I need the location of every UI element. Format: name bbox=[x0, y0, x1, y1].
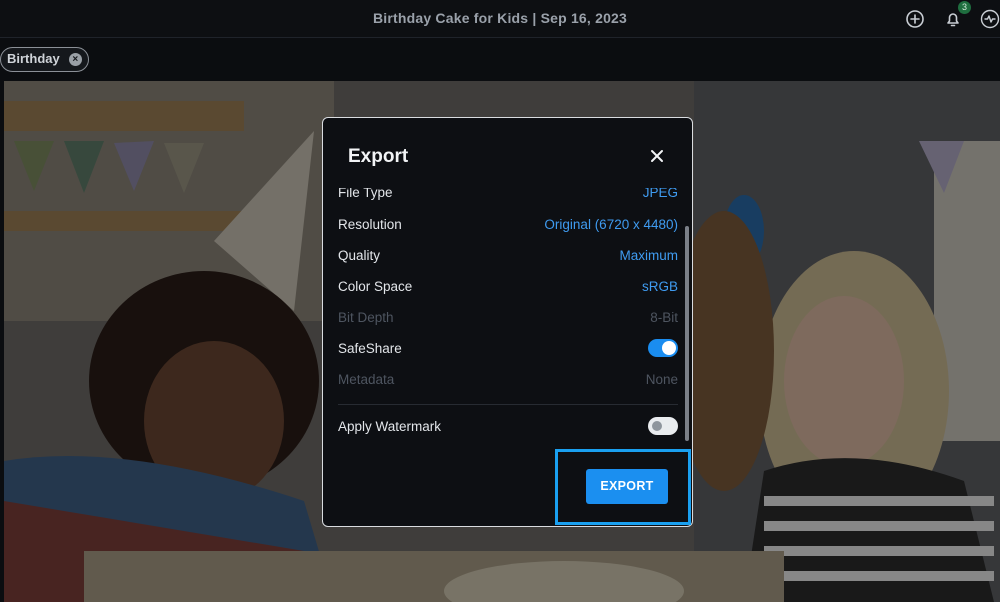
tag-row: Birthday × bbox=[0, 39, 1000, 81]
top-bar: Birthday Cake for Kids | Sep 16, 2023 3 bbox=[0, 0, 1000, 38]
tag-chip[interactable]: Birthday × bbox=[0, 47, 89, 72]
setting-file-type[interactable]: File Type JPEG bbox=[338, 188, 678, 205]
setting-value[interactable]: Maximum bbox=[619, 248, 678, 263]
page-title: Birthday Cake for Kids | Sep 16, 2023 bbox=[372, 10, 628, 26]
setting-label: File Type bbox=[338, 188, 393, 200]
setting-resolution[interactable]: Resolution Original (6720 x 4480) bbox=[338, 215, 678, 237]
activity-icon[interactable] bbox=[979, 8, 1000, 30]
setting-label: Resolution bbox=[338, 217, 402, 232]
export-settings-list: File Type JPEG Resolution Original (6720… bbox=[323, 188, 683, 448]
dialog-title: Export bbox=[348, 146, 409, 167]
setting-label: Color Space bbox=[338, 279, 413, 294]
setting-label: SafeShare bbox=[338, 341, 402, 356]
setting-value: 8-Bit bbox=[650, 310, 678, 325]
add-icon[interactable] bbox=[904, 8, 926, 30]
setting-metadata: Metadata None bbox=[338, 370, 678, 392]
toggle-knob bbox=[650, 419, 664, 433]
setting-value: None bbox=[645, 372, 678, 387]
setting-bit-depth: Bit Depth 8-Bit bbox=[338, 308, 678, 330]
setting-color-space[interactable]: Color Space sRGB bbox=[338, 277, 678, 299]
setting-value[interactable]: sRGB bbox=[642, 279, 678, 294]
setting-value[interactable]: Original (6720 x 4480) bbox=[544, 217, 678, 232]
setting-label: Apply Watermark bbox=[338, 419, 442, 434]
watermark-toggle[interactable] bbox=[648, 417, 678, 435]
setting-label: Quality bbox=[338, 248, 381, 263]
setting-label: Bit Depth bbox=[338, 310, 394, 325]
setting-label: Metadata bbox=[338, 372, 395, 387]
close-icon[interactable] bbox=[647, 146, 667, 166]
setting-value[interactable]: JPEG bbox=[643, 188, 678, 200]
remove-tag-icon[interactable]: × bbox=[68, 53, 82, 66]
notification-badge: 3 bbox=[958, 1, 971, 14]
setting-safeshare: SafeShare bbox=[338, 339, 678, 361]
export-button-highlight bbox=[555, 449, 691, 525]
setting-quality[interactable]: Quality Maximum bbox=[338, 246, 678, 268]
tag-label: Birthday bbox=[7, 51, 60, 66]
scrollbar[interactable] bbox=[685, 226, 689, 441]
safeshare-toggle[interactable] bbox=[648, 339, 678, 357]
setting-apply-watermark: Apply Watermark bbox=[338, 417, 678, 439]
toggle-knob bbox=[662, 341, 676, 355]
divider bbox=[338, 404, 678, 405]
